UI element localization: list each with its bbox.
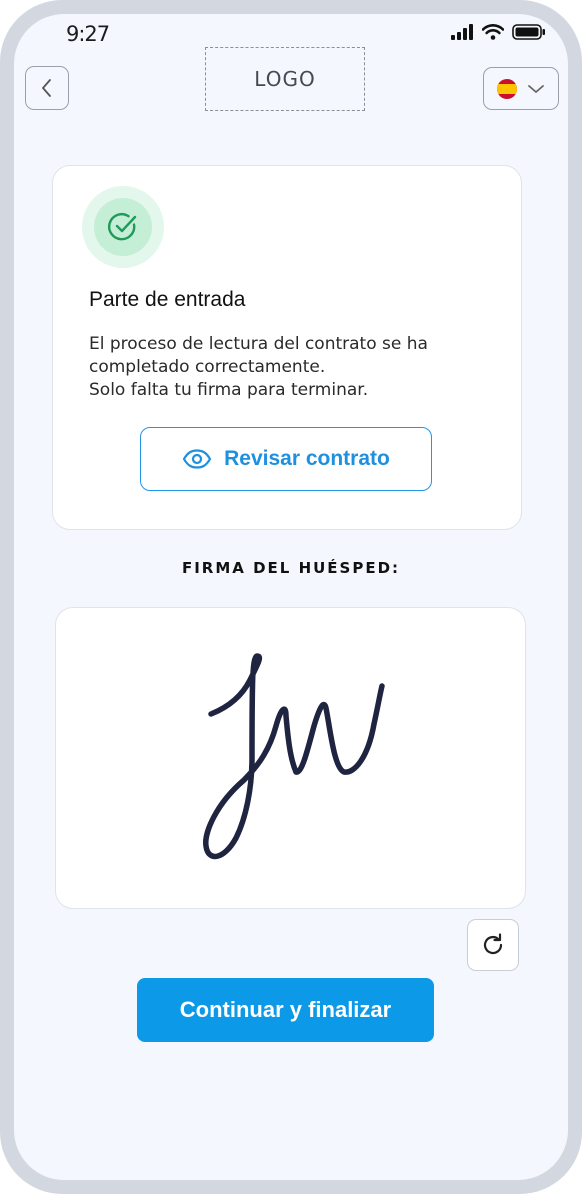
signature-drawing: [203, 653, 385, 860]
chevron-left-icon: [42, 79, 51, 97]
status-time: 9:27: [66, 22, 110, 46]
signature-label: FIRMA DEL HUÉSPED:: [181, 559, 401, 577]
status-card: Parte de entrada El proceso de lectura d…: [52, 165, 522, 530]
chevron-down-icon: [528, 84, 544, 93]
battery-icon: [512, 24, 545, 40]
review-contract-button[interactable]: Revisar contrato: [140, 427, 432, 491]
redo-signature-button[interactable]: [467, 919, 519, 971]
eye-icon: [182, 449, 212, 469]
phone-frame: 9:27 LOGO Parte de entrada El proceso de…: [0, 0, 582, 1194]
language-select[interactable]: [483, 67, 559, 110]
wifi-icon: [482, 24, 504, 40]
signature-pad[interactable]: [55, 607, 526, 909]
spain-flag-icon: [497, 78, 517, 99]
card-title: Parte de entrada: [89, 288, 246, 311]
card-description: El proceso de lectura del contrato se ha…: [89, 333, 489, 402]
card-description-line: El proceso de lectura del contrato se ha: [89, 334, 428, 354]
continue-button[interactable]: Continuar y finalizar: [137, 978, 434, 1042]
screen: 9:27 LOGO Parte de entrada El proceso de…: [14, 14, 568, 1180]
status-icons: [450, 24, 546, 40]
signal-icon: [451, 24, 473, 40]
logo: LOGO: [205, 47, 365, 111]
check-circle-icon: [108, 213, 137, 241]
back-button[interactable]: [25, 66, 69, 110]
redo-icon: [483, 933, 503, 955]
review-contract-label: Revisar contrato: [224, 447, 390, 470]
card-description-line: completado correctamente.: [89, 357, 326, 377]
card-description-line: Solo falta tu firma para terminar.: [89, 380, 369, 400]
success-badge: [82, 186, 164, 268]
